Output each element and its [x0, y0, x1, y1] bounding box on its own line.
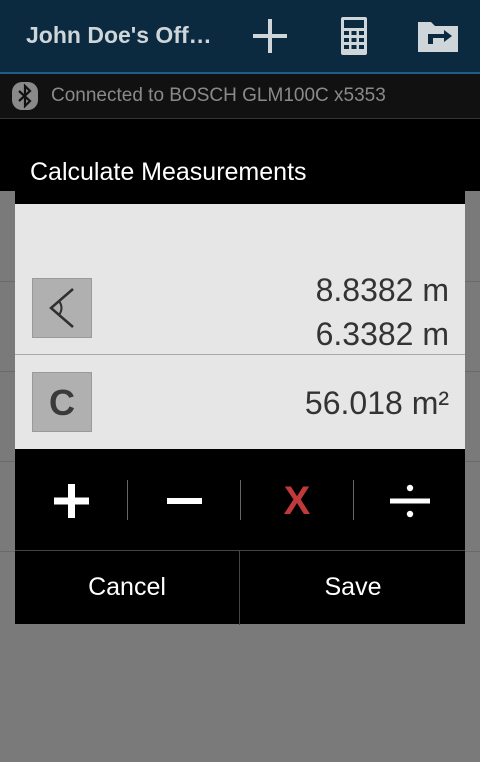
panel-divider	[15, 354, 465, 355]
dialog-title: Calculate Measurements	[30, 158, 307, 186]
angle-icon[interactable]	[32, 278, 92, 338]
calculation-panel: 8.8382 m 6.3382 m C 56.018 m²	[15, 204, 465, 449]
app-title: John Doe's Offi…	[26, 22, 216, 48]
add-icon[interactable]	[248, 16, 292, 56]
measurement-value-2: 6.3382 m	[315, 316, 449, 352]
minus-button[interactable]	[128, 477, 240, 525]
operator-row: X	[15, 449, 465, 550]
measurement-value-1: 8.8382 m	[315, 272, 449, 308]
app-bar: John Doe's Offi…	[0, 0, 480, 74]
folder-icon[interactable]	[416, 16, 460, 56]
multiply-button[interactable]: X	[241, 477, 353, 525]
result-value: 56.018 m²	[304, 385, 449, 421]
plus-button[interactable]	[15, 477, 127, 525]
dialog-actions: Cancel Save	[15, 550, 465, 625]
connection-status-text: Connected to BOSCH GLM100C x5353	[51, 85, 386, 106]
save-button[interactable]: Save	[241, 551, 465, 625]
calculate-measurements-dialog: Calculate Measurements 8.8382 m 6.3382 m…	[15, 138, 465, 625]
clear-button[interactable]: C	[32, 372, 92, 432]
calculator-icon[interactable]	[332, 16, 376, 56]
bluetooth-icon	[12, 82, 38, 110]
divide-button[interactable]	[354, 477, 466, 525]
connection-status-bar: Connected to BOSCH GLM100C x5353	[0, 74, 480, 119]
cancel-button[interactable]: Cancel	[15, 551, 240, 625]
